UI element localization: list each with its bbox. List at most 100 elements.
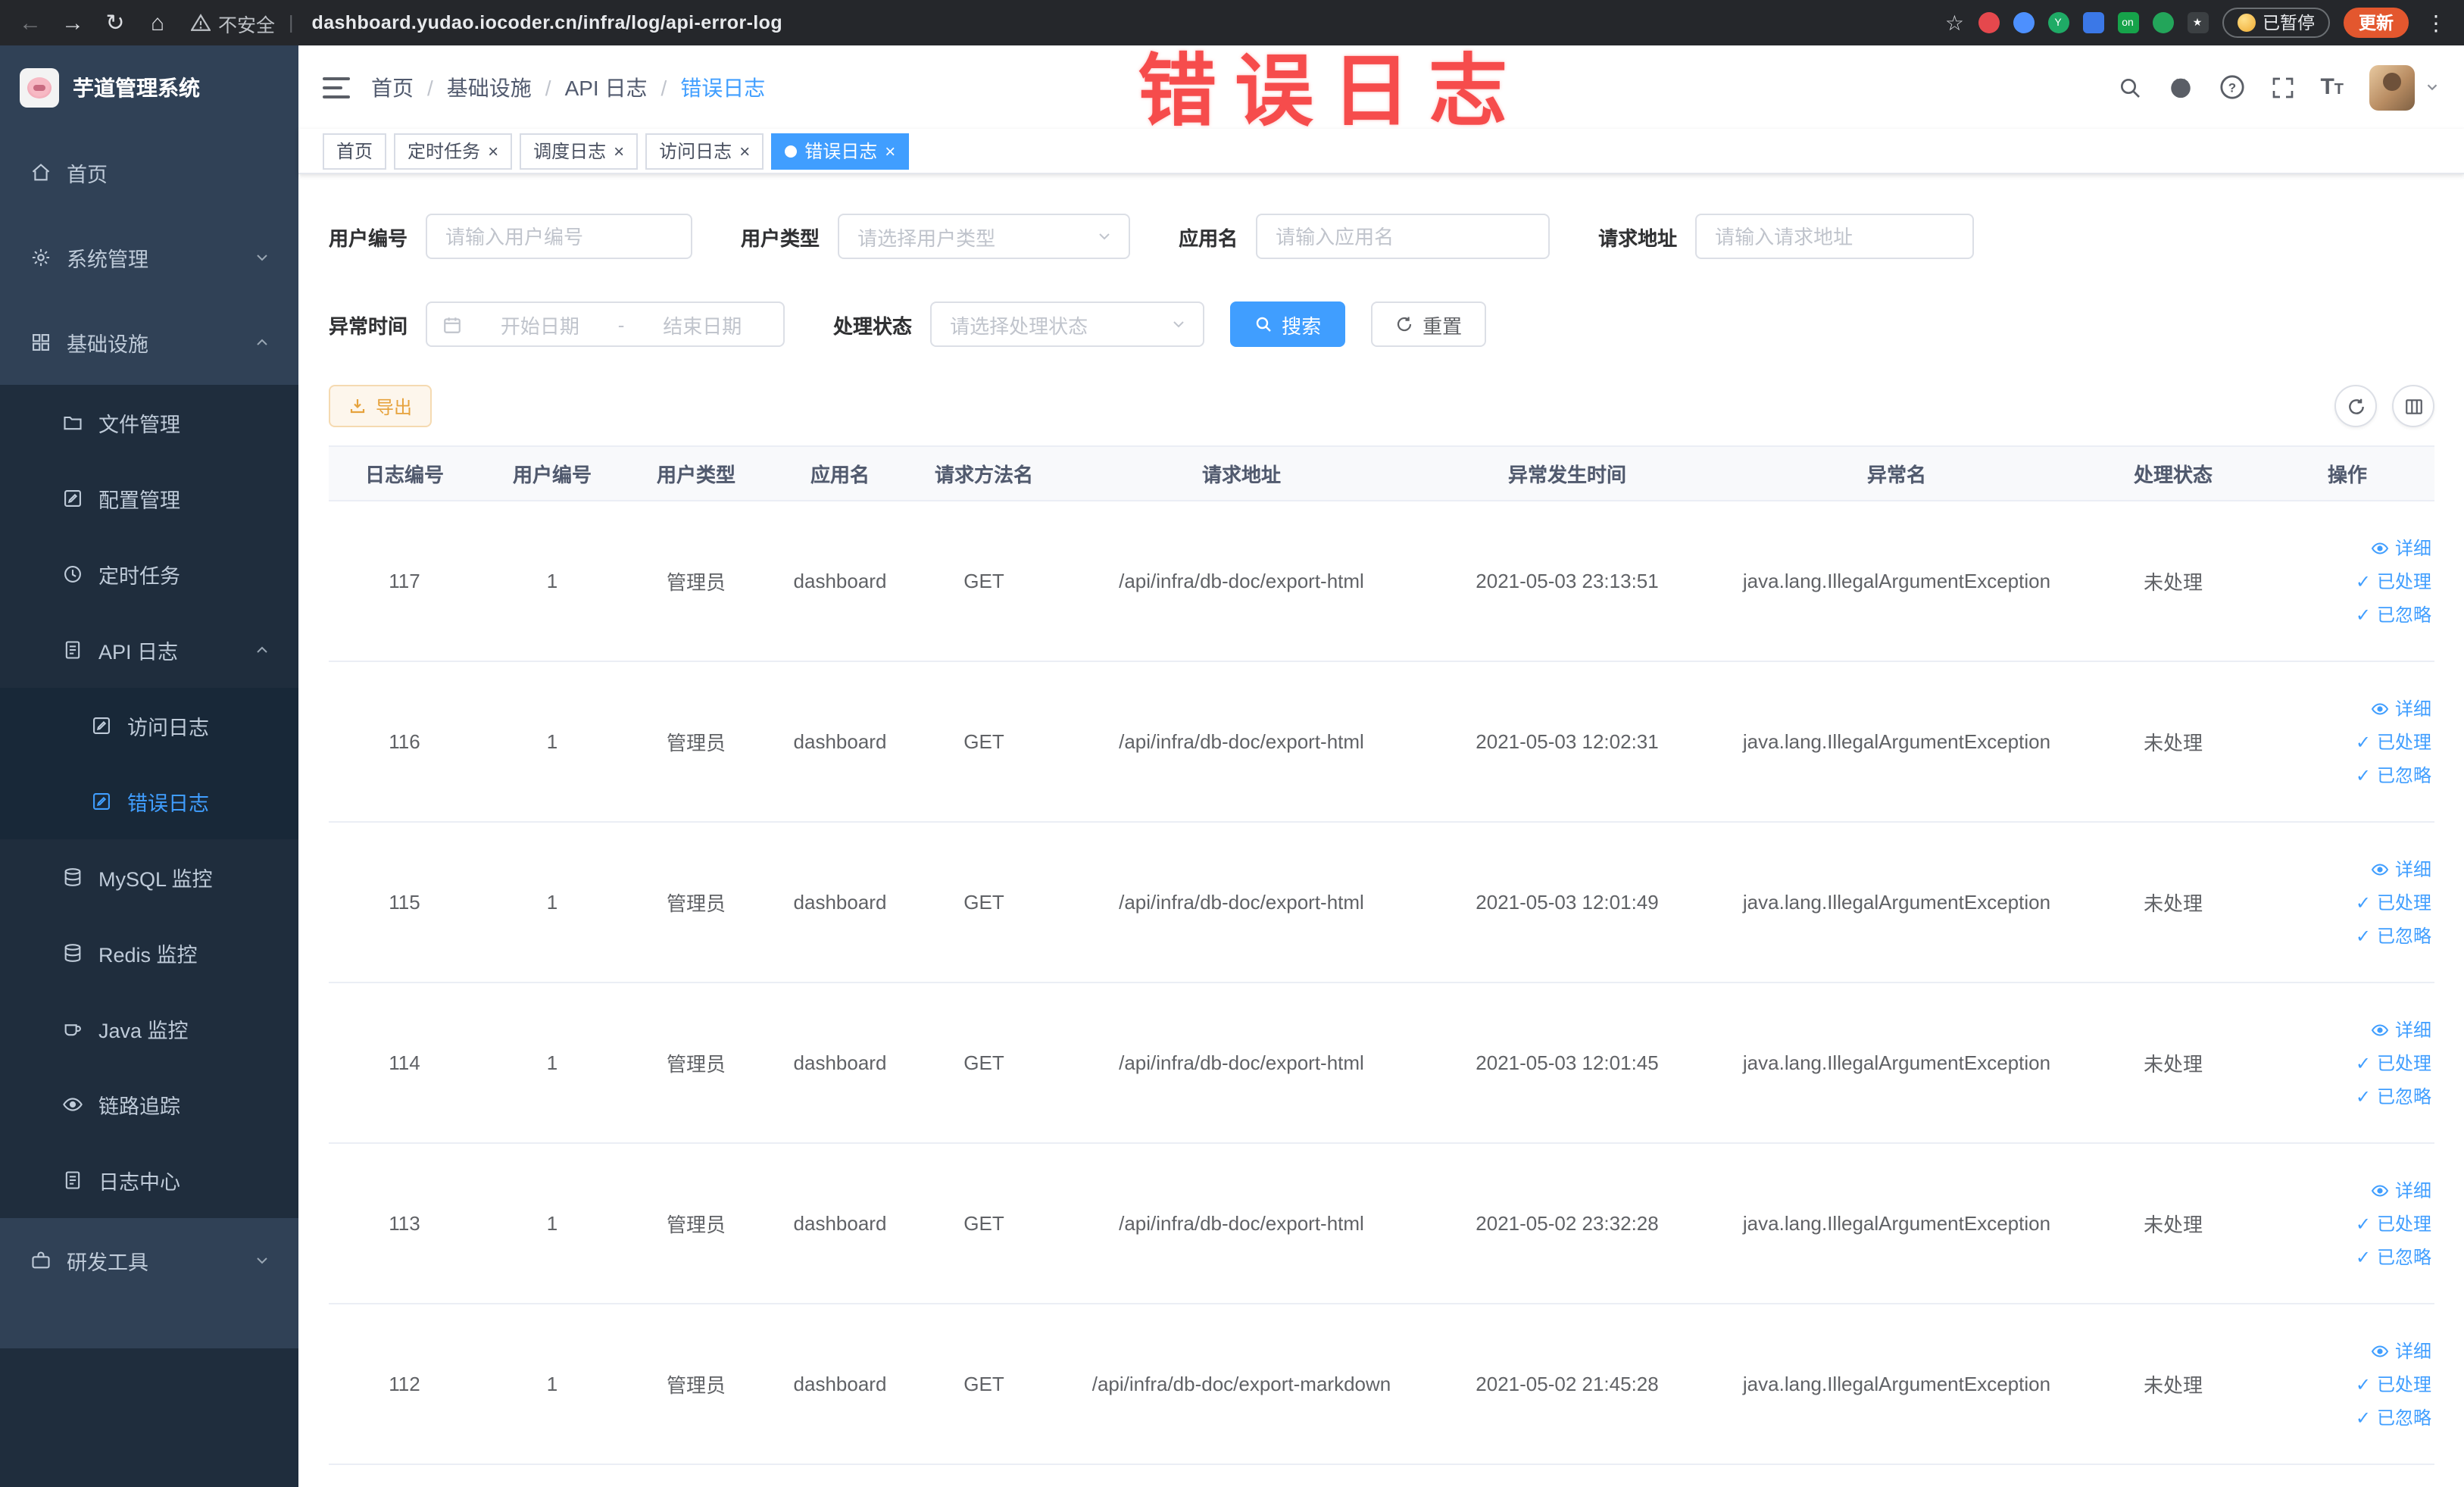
action-已忽略[interactable]: ✓ 已忽略 xyxy=(2356,923,2431,948)
github-icon[interactable] xyxy=(2167,74,2193,100)
font-size-icon[interactable]: TT xyxy=(2320,74,2344,100)
sidebar-item-dev-tools[interactable]: 研发工具 xyxy=(0,1218,298,1303)
help-icon[interactable]: ? xyxy=(2219,74,2244,100)
sidebar-item-java[interactable]: Java 监控 xyxy=(0,991,298,1067)
sidebar-item-config[interactable]: 配置管理 xyxy=(0,461,298,536)
cell-app-name: dashboard xyxy=(768,1143,912,1304)
action-detail[interactable]: 详细 xyxy=(2371,856,2431,882)
reset-button[interactable]: 重置 xyxy=(1371,301,1487,347)
process-status-select[interactable]: 请选择处理状态 xyxy=(930,301,1205,347)
paused-pill-button[interactable]: 已暂停 xyxy=(2222,8,2330,38)
sidebar-item-job[interactable]: 定时任务 xyxy=(0,536,298,612)
extension-icon-dark[interactable]: ★ xyxy=(2187,12,2208,33)
coffee-icon xyxy=(62,1018,83,1039)
user-menu[interactable] xyxy=(2369,64,2441,110)
extension-icon-blue-drop[interactable] xyxy=(2013,12,2034,33)
extension-icon-paw[interactable] xyxy=(2152,12,2173,33)
action-已忽略[interactable]: ✓ 已忽略 xyxy=(2356,1404,2431,1430)
refresh-table-button[interactable] xyxy=(2334,385,2377,427)
exception-time-range-picker[interactable]: 开始日期 - 结束日期 xyxy=(426,301,785,347)
export-button[interactable]: 导出 xyxy=(329,385,433,427)
action-detail[interactable]: 详细 xyxy=(2371,1338,2431,1364)
check-icon: ✓ xyxy=(2355,925,2371,946)
chevron-up-icon xyxy=(253,333,271,351)
home-icon[interactable]: ⌂ xyxy=(142,10,173,36)
cell-actions: 详细 ✓ 已处理 ✓ 已忽略 xyxy=(2260,982,2434,1144)
sidebar-item-trace[interactable]: 链路追踪 xyxy=(0,1067,298,1142)
check-icon: ✓ xyxy=(2355,1213,2371,1234)
extension-icon-red[interactable] xyxy=(1978,12,1999,33)
tab-job[interactable]: 定时任务 × xyxy=(394,133,513,169)
sidebar-item-label: 链路追踪 xyxy=(98,1095,180,1118)
close-icon[interactable]: × xyxy=(488,142,498,160)
cell-method: GET xyxy=(912,1304,1056,1465)
request-url-input[interactable] xyxy=(1695,214,1975,259)
error-log-table: 日志编号 用户编号 用户类型 应用名 请求方法名 请求地址 异常发生时间 异常名 处理状态 操作 … xyxy=(329,445,2434,1465)
user-id-input[interactable] xyxy=(426,214,693,259)
url-text[interactable]: dashboard.yudao.iocoder.cn/infra/log/api… xyxy=(312,12,782,33)
svg-text:?: ? xyxy=(2228,80,2235,95)
check-icon: ✓ xyxy=(2355,1052,2371,1073)
eye-icon xyxy=(2371,539,2389,557)
extension-icon-on-badge[interactable]: on xyxy=(2117,12,2138,33)
close-icon[interactable]: × xyxy=(739,142,750,160)
search-button[interactable]: 搜索 xyxy=(1230,301,1346,347)
bookmark-star-icon[interactable]: ☆ xyxy=(1945,10,1964,36)
action-已忽略[interactable]: ✓ 已忽略 xyxy=(2356,601,2431,627)
breadcrumb-api-log[interactable]: API 日志 xyxy=(565,72,648,102)
cell-time: 2021-05-03 23:13:51 xyxy=(1427,501,1707,662)
user-id-label: 用户编号 xyxy=(329,226,408,249)
browser-update-button[interactable]: 更新 xyxy=(2344,8,2409,38)
back-icon[interactable]: ← xyxy=(15,10,45,36)
sidebar-item-infra[interactable]: 基础设施 xyxy=(0,300,298,385)
action-已处理[interactable]: ✓ 已处理 xyxy=(2356,729,2431,754)
refresh-icon xyxy=(2346,396,2366,416)
tab-error-log[interactable]: 错误日志 × xyxy=(771,133,910,169)
sidebar-item-system[interactable]: 系统管理 xyxy=(0,215,298,300)
action-已处理[interactable]: ✓ 已处理 xyxy=(2356,1050,2431,1076)
close-icon[interactable]: × xyxy=(885,142,895,160)
action-已处理[interactable]: ✓ 已处理 xyxy=(2356,1371,2431,1397)
tab-job-log[interactable]: 调度日志 × xyxy=(520,133,639,169)
tab-access-log[interactable]: 访问日志 × xyxy=(645,133,764,169)
column-settings-button[interactable] xyxy=(2392,385,2434,427)
action-detail[interactable]: 详细 xyxy=(2371,1017,2431,1042)
close-icon[interactable]: × xyxy=(614,142,624,160)
table-row: 113 1 管理员 dashboard GET/api/infra/db-doc/exp… xyxy=(329,1143,2434,1304)
edit-icon xyxy=(91,715,112,736)
sidebar-item-file[interactable]: 文件管理 xyxy=(0,385,298,461)
action-已忽略[interactable]: ✓ 已忽略 xyxy=(2356,1244,2431,1270)
security-chip[interactable]: 不安全 | xyxy=(191,8,300,37)
action-detail[interactable]: 详细 xyxy=(2371,535,2431,561)
browser-menu-icon[interactable]: ⋮ xyxy=(2422,10,2450,36)
fullscreen-icon[interactable] xyxy=(2270,75,2294,99)
action-已处理[interactable]: ✓ 已处理 xyxy=(2356,568,2431,594)
hamburger-icon[interactable] xyxy=(323,77,350,98)
extension-icon-green-circle[interactable]: Y xyxy=(2047,12,2069,33)
app-logo[interactable]: 芋道管理系统 xyxy=(0,45,298,130)
user-type-select[interactable]: 请选择用户类型 xyxy=(838,214,1131,259)
breadcrumb-infra[interactable]: 基础设施 xyxy=(447,72,532,102)
refresh-icon xyxy=(1395,315,1413,333)
forward-icon[interactable]: → xyxy=(58,10,88,36)
tab-label: 访问日志 xyxy=(659,141,732,162)
action-已处理[interactable]: ✓ 已处理 xyxy=(2356,889,2431,915)
sidebar-item-redis[interactable]: Redis 监控 xyxy=(0,915,298,991)
reload-icon[interactable]: ↻ xyxy=(100,9,130,36)
action-detail[interactable]: 详细 xyxy=(2371,695,2431,721)
app-name-input[interactable] xyxy=(1256,214,1551,259)
sidebar-item-api-log[interactable]: API 日志 xyxy=(0,612,298,688)
extension-icon-blue-grid[interactable] xyxy=(2082,12,2103,33)
action-detail[interactable]: 详细 xyxy=(2371,1177,2431,1203)
search-icon[interactable] xyxy=(2117,75,2141,99)
action-已忽略[interactable]: ✓ 已忽略 xyxy=(2356,1083,2431,1109)
tab-home[interactable]: 首页 xyxy=(323,133,387,169)
sidebar-item-mysql[interactable]: MySQL 监控 xyxy=(0,839,298,915)
action-已处理[interactable]: ✓ 已处理 xyxy=(2356,1211,2431,1236)
action-已忽略[interactable]: ✓ 已忽略 xyxy=(2356,762,2431,788)
sidebar-item-home[interactable]: 首页 xyxy=(0,130,298,215)
sidebar-item-access-log[interactable]: 访问日志 xyxy=(0,688,298,764)
sidebar-item-log-center[interactable]: 日志中心 xyxy=(0,1142,298,1218)
sidebar-item-error-log[interactable]: 错误日志 xyxy=(0,764,298,839)
breadcrumb-home[interactable]: 首页 xyxy=(371,72,414,102)
